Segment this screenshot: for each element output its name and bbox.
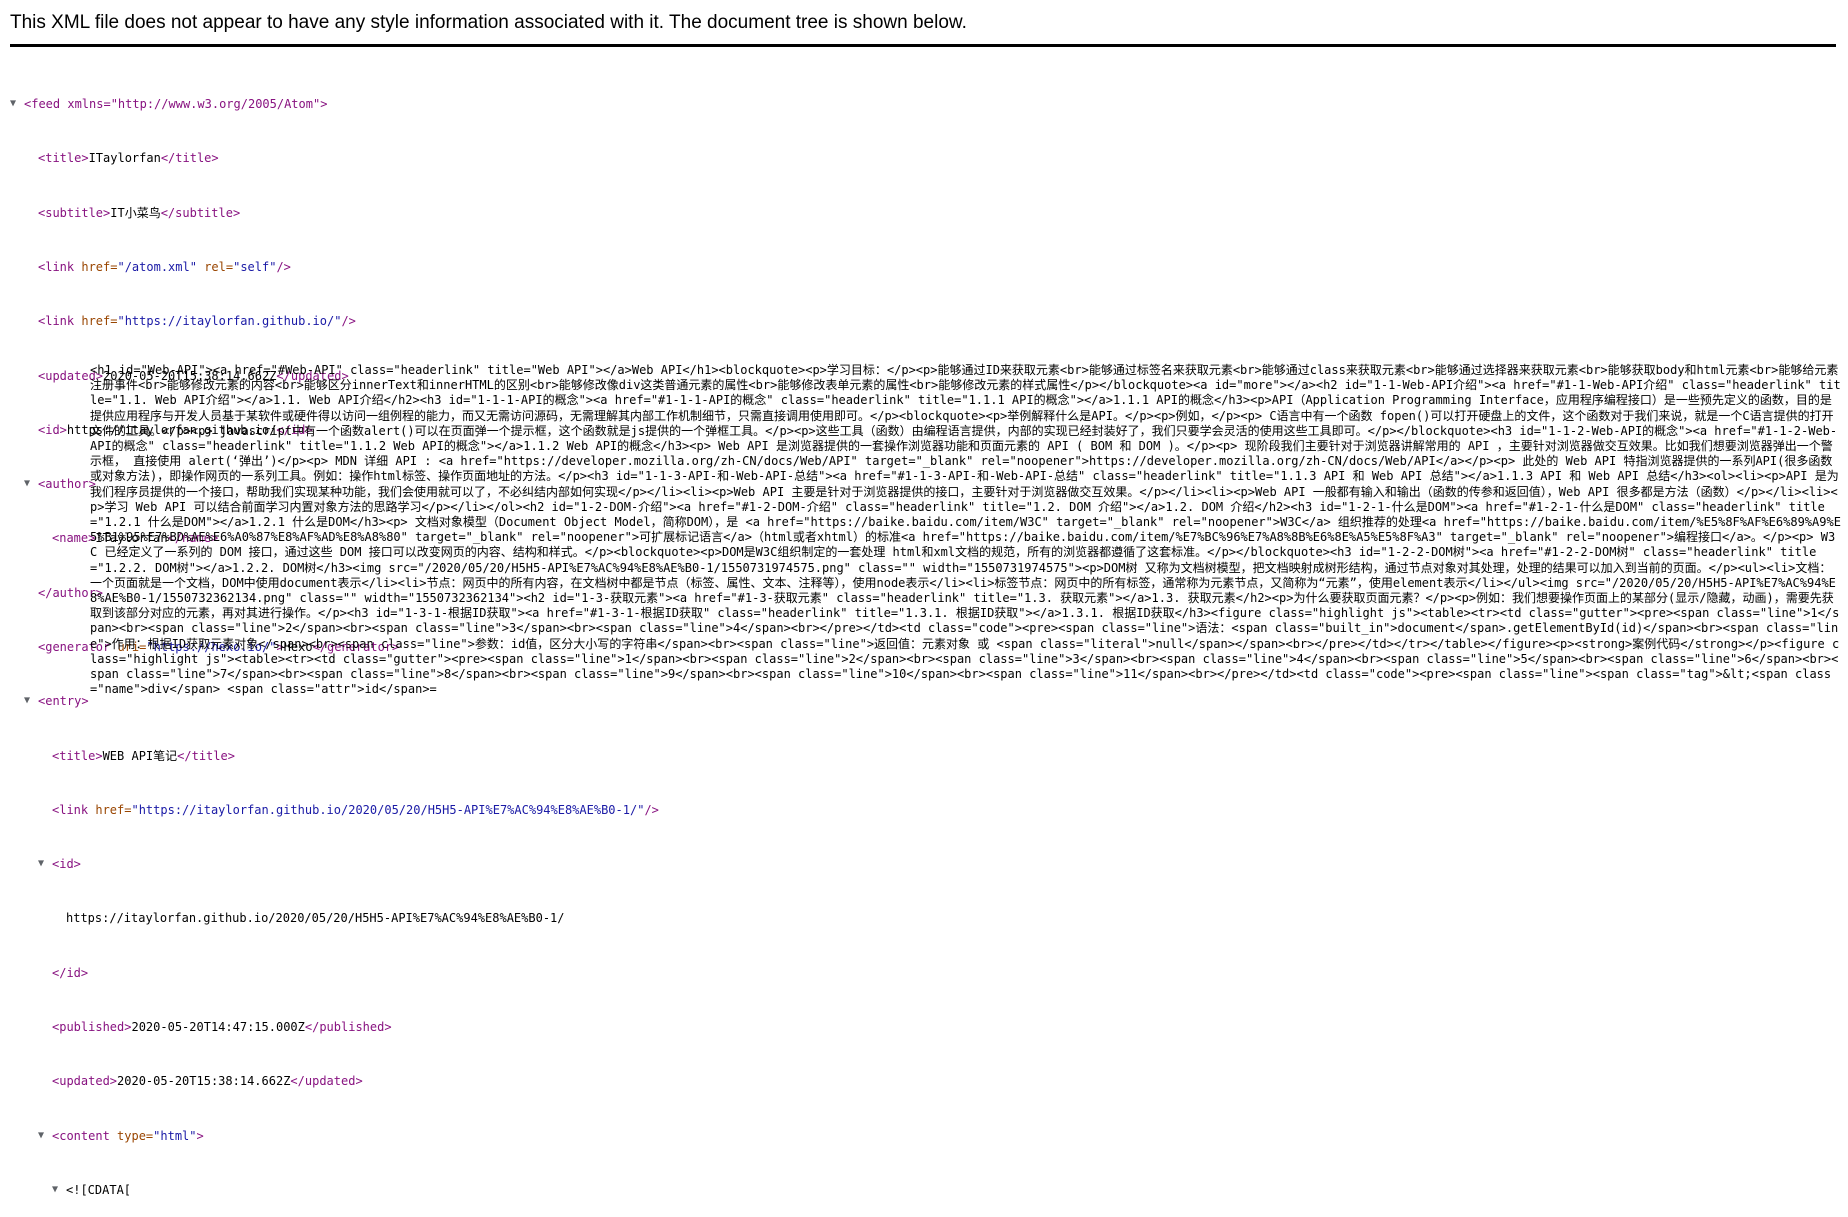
cdata-content-text: <h1 id="Web-API"><a href="#Web-API" clas…: [90, 363, 1841, 697]
content-node: ▼ <content type="html">: [10, 1127, 1840, 1145]
collapse-toggle-icon[interactable]: ▼: [52, 1181, 66, 1199]
xml-notice-text: This XML file does not appear to have an…: [10, 12, 967, 33]
title-node: <title>ITaylorfan</title>: [38, 151, 219, 166]
link-home-node: <link href="https://itaylorfan.github.io…: [38, 314, 356, 329]
collapse-toggle-icon[interactable]: ▼: [38, 1127, 52, 1145]
subtitle-node: <subtitle>IT小菜鸟</subtitle>: [38, 205, 241, 220]
entry-updated-node: <updated>2020-05-20T15:38:14.662Z</updat…: [52, 1074, 363, 1089]
feed-subtitle-value: IT小菜鸟: [110, 205, 161, 220]
collapse-toggle-icon[interactable]: ▼: [24, 475, 38, 493]
entry-id-close: </id>: [52, 965, 89, 980]
notice-divider: [10, 44, 1836, 47]
feed-title-value: ITaylorfan: [88, 151, 161, 166]
link-self-node: <link href="/atom.xml" rel="self"/>: [38, 260, 291, 275]
collapse-toggle-icon[interactable]: ▼: [38, 855, 52, 873]
collapse-toggle-icon[interactable]: ▼: [24, 692, 38, 710]
entry-id-value: https://itaylorfan.github.io/2020/05/20/…: [66, 911, 565, 926]
published-node: <published>2020-05-20T14:47:15.000Z</pub…: [52, 1019, 392, 1034]
xml-notice-bar: This XML file does not appear to have an…: [10, 10, 1836, 47]
collapse-toggle-icon[interactable]: ▼: [10, 95, 24, 113]
feed-open-tag: <feed xmlns="http://www.w3.org/2005/Atom…: [24, 97, 328, 112]
cdata-node: ▼ <![CDATA[: [10, 1181, 1840, 1199]
feed-node: ▼ <feed xmlns="http://www.w3.org/2005/Ato…: [10, 95, 1840, 113]
